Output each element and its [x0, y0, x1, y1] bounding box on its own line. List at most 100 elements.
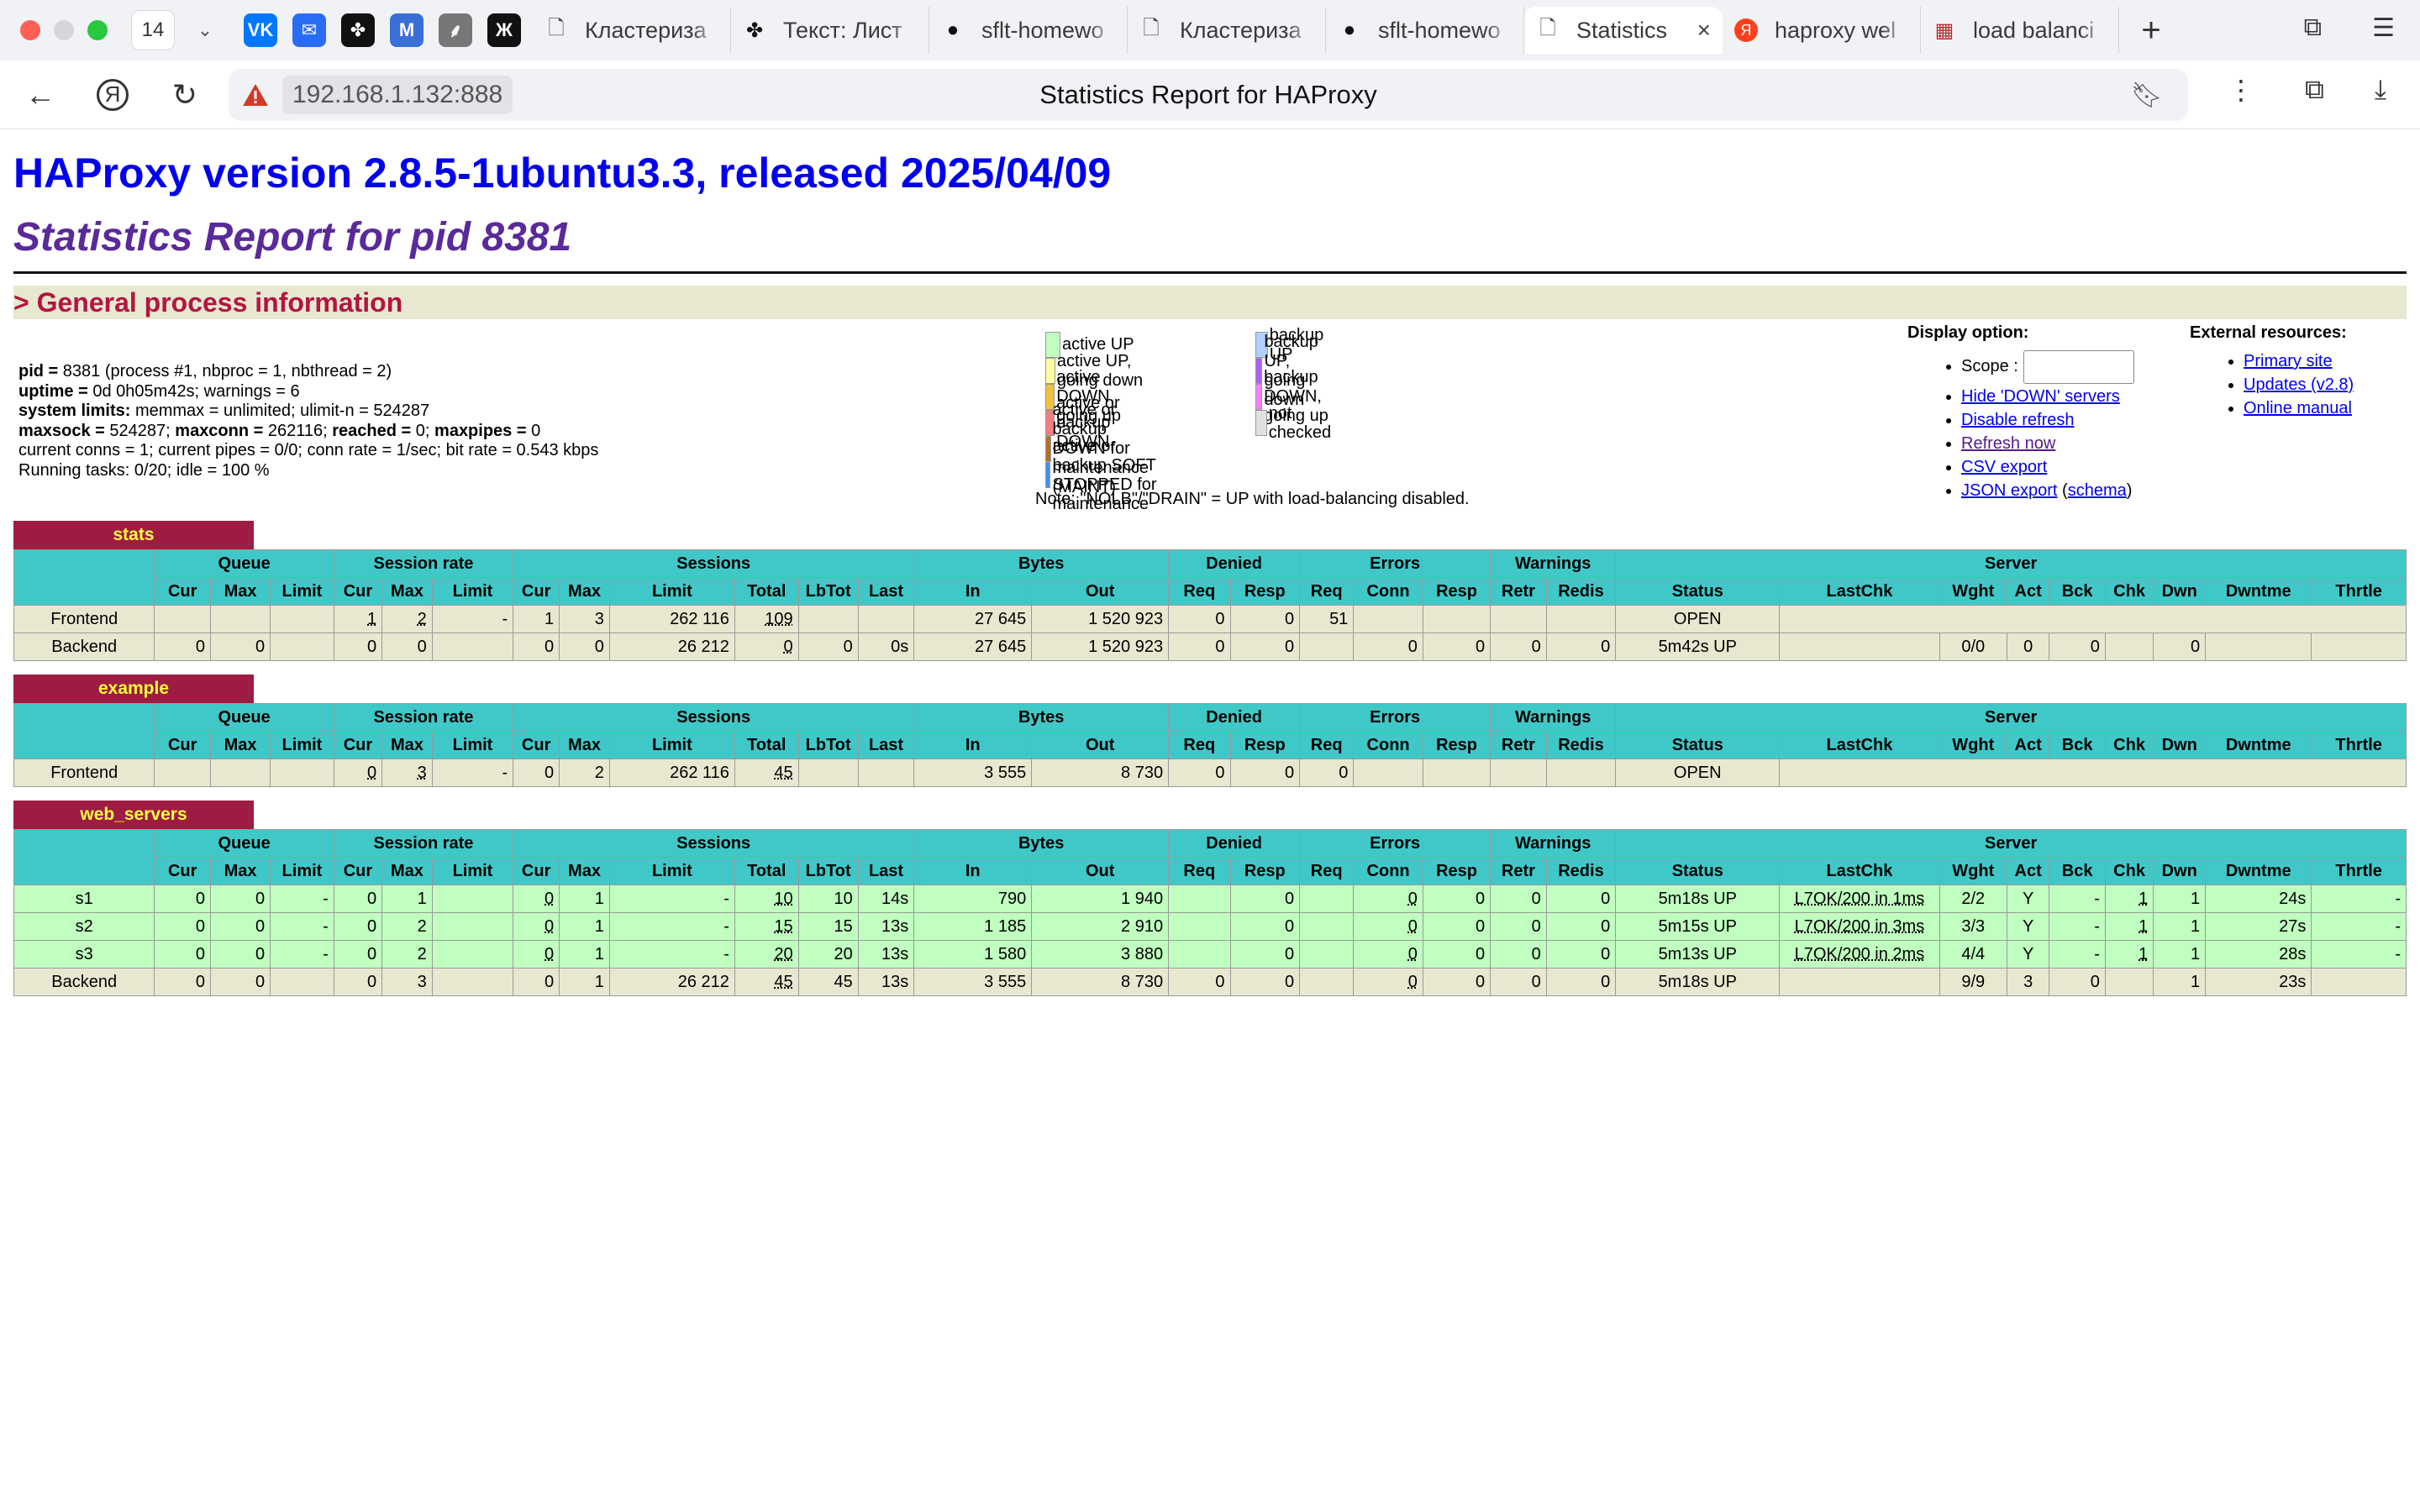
table-cell[interactable]: 0: [1353, 912, 1423, 941]
proxy-name[interactable]: web_servers: [13, 801, 254, 829]
table-cell[interactable]: 15: [734, 912, 799, 941]
extensions-icon[interactable]: ⧉: [2305, 74, 2324, 106]
table-cell: 0: [209, 968, 271, 996]
table-cell: 0: [2153, 633, 2207, 661]
close-window-icon[interactable]: [20, 20, 40, 40]
address-bar[interactable]: 192.168.1.132:888 Statistics Report for …: [229, 69, 2188, 121]
browser-tab[interactable]: 🗋︎ Statistics ×: [1524, 7, 1723, 54]
table-cell[interactable]: 45: [734, 759, 799, 787]
warning-icon[interactable]: [239, 78, 272, 112]
group-header: Denied: [1168, 829, 1301, 858]
table-cell[interactable]: 45: [734, 968, 799, 996]
window-controls: [20, 20, 108, 40]
table-cell: 0: [2049, 633, 2106, 661]
column-header: Max: [381, 857, 433, 885]
table-cell[interactable]: 2: [381, 605, 433, 633]
primary-site-link[interactable]: Primary site: [2244, 352, 2333, 370]
row-name[interactable]: Backend: [13, 633, 155, 661]
browser-tab[interactable]: 🗋︎ Кластериза: [1128, 7, 1326, 54]
table-cell: Y: [2006, 912, 2050, 941]
row-name[interactable]: Frontend: [13, 759, 155, 787]
cell-value: 0: [1284, 944, 1295, 963]
browser-tab[interactable]: Яhaproxy wel: [1723, 7, 1921, 54]
column-header: Resp: [1422, 857, 1491, 885]
yandex-home-button[interactable]: Я: [89, 71, 136, 118]
minimize-window-icon[interactable]: [54, 20, 74, 40]
json-export-link[interactable]: JSON export: [1961, 481, 2057, 500]
tab-count-button[interactable]: 14: [131, 10, 175, 50]
proxy-name[interactable]: example: [13, 675, 254, 703]
table-cell[interactable]: 20: [734, 940, 799, 969]
table-cell[interactable]: 0: [734, 633, 799, 661]
table-cell[interactable]: 0: [513, 885, 560, 913]
cell-value: 14s: [881, 889, 909, 908]
browser-tab[interactable]: ✤ Текст: Лист: [731, 7, 929, 54]
cell-value: 0: [195, 889, 205, 908]
schema-link[interactable]: schema: [2068, 481, 2127, 500]
proxy-name[interactable]: stats: [13, 521, 254, 549]
github-icon: ●: [1343, 18, 1356, 41]
vk-icon[interactable]: VK: [244, 13, 277, 47]
browser-tab[interactable]: ● sflt-homewo: [1326, 7, 1524, 54]
url-host[interactable]: 192.168.1.132:888: [282, 76, 513, 114]
table-cell[interactable]: 109: [734, 605, 799, 633]
dots-icon[interactable]: ✤: [341, 13, 375, 47]
browser-tab[interactable]: ● sflt-homewo: [929, 7, 1128, 54]
disable-refresh-link[interactable]: Disable refresh: [1961, 411, 2075, 429]
table-cell: 0: [1490, 885, 1547, 913]
column-header: Bck: [2049, 577, 2106, 606]
table-cell[interactable]: 1: [2104, 940, 2154, 969]
mail-icon[interactable]: ✉: [292, 13, 326, 47]
m-icon[interactable]: M: [390, 13, 424, 47]
table-cell[interactable]: 0: [513, 940, 560, 969]
cell-value: 1: [2139, 916, 2149, 936]
table-cell[interactable]: 0: [513, 912, 560, 941]
row-name[interactable]: Frontend: [13, 605, 155, 633]
row-name[interactable]: Backend: [13, 968, 155, 996]
table-cell: 0: [1490, 940, 1547, 969]
cell-value: 3/3: [1961, 916, 1986, 936]
new-tab-button[interactable]: +: [2131, 10, 2171, 50]
back-button[interactable]: ←: [17, 71, 64, 118]
scope-input[interactable]: [2023, 349, 2134, 384]
table-cell: [431, 885, 514, 913]
updates-link[interactable]: Updates (v2.8): [2244, 375, 2354, 394]
table-cell[interactable]: 10: [734, 885, 799, 913]
menu-icon[interactable]: ☰: [2372, 13, 2395, 43]
csv-export-link[interactable]: CSV export: [1961, 458, 2047, 476]
cell-value: 45: [774, 763, 793, 782]
zh-icon[interactable]: Ж: [487, 13, 521, 47]
reload-button[interactable]: ↻: [161, 71, 208, 118]
table-cell[interactable]: 1: [2104, 912, 2154, 941]
cell-value: -: [502, 763, 508, 782]
browser-tab[interactable]: 🗋︎ Кластериза: [533, 7, 731, 54]
feather-icon[interactable]: ⸙: [439, 13, 472, 47]
chevron-down-icon[interactable]: ⌄: [183, 10, 227, 50]
row-name[interactable]: s2: [13, 912, 155, 941]
row-name[interactable]: s3: [13, 940, 155, 969]
maximize-window-icon[interactable]: [87, 20, 108, 40]
online-manual-link[interactable]: Online manual: [2244, 399, 2352, 417]
tab-collections-icon[interactable]: ⧉: [2304, 13, 2322, 43]
browser-tab[interactable]: ▦ load balanci: [1921, 7, 2119, 54]
bookmark-icon[interactable]: 🔖︎: [2131, 81, 2163, 110]
cell-value: -: [723, 944, 729, 963]
close-tab-icon[interactable]: ×: [1697, 17, 1711, 44]
table-cell: 0: [1422, 633, 1491, 661]
download-icon[interactable]: ⤓: [2375, 74, 2386, 106]
hide-down-servers-link[interactable]: Hide 'DOWN' servers: [1961, 387, 2120, 406]
table-cell[interactable]: 3: [381, 759, 433, 787]
table-cell[interactable]: 0: [333, 759, 383, 787]
table-cell[interactable]: 1: [2104, 885, 2154, 913]
table-cell[interactable]: 0: [1353, 940, 1423, 969]
table-cell[interactable]: 0: [1353, 885, 1423, 913]
table-cell[interactable]: 0: [1353, 968, 1423, 996]
row-name[interactable]: s1: [13, 885, 155, 913]
table-cell[interactable]: 1: [333, 605, 383, 633]
tab-title: Statistics: [1576, 17, 1668, 43]
cell-value: 0: [2090, 637, 2100, 656]
table-cell: 3/3: [1939, 912, 2007, 941]
more-icon[interactable]: ⋮: [2228, 74, 2254, 106]
table-cell: -: [2311, 885, 2407, 913]
refresh-now-link[interactable]: Refresh now: [1961, 434, 2055, 453]
